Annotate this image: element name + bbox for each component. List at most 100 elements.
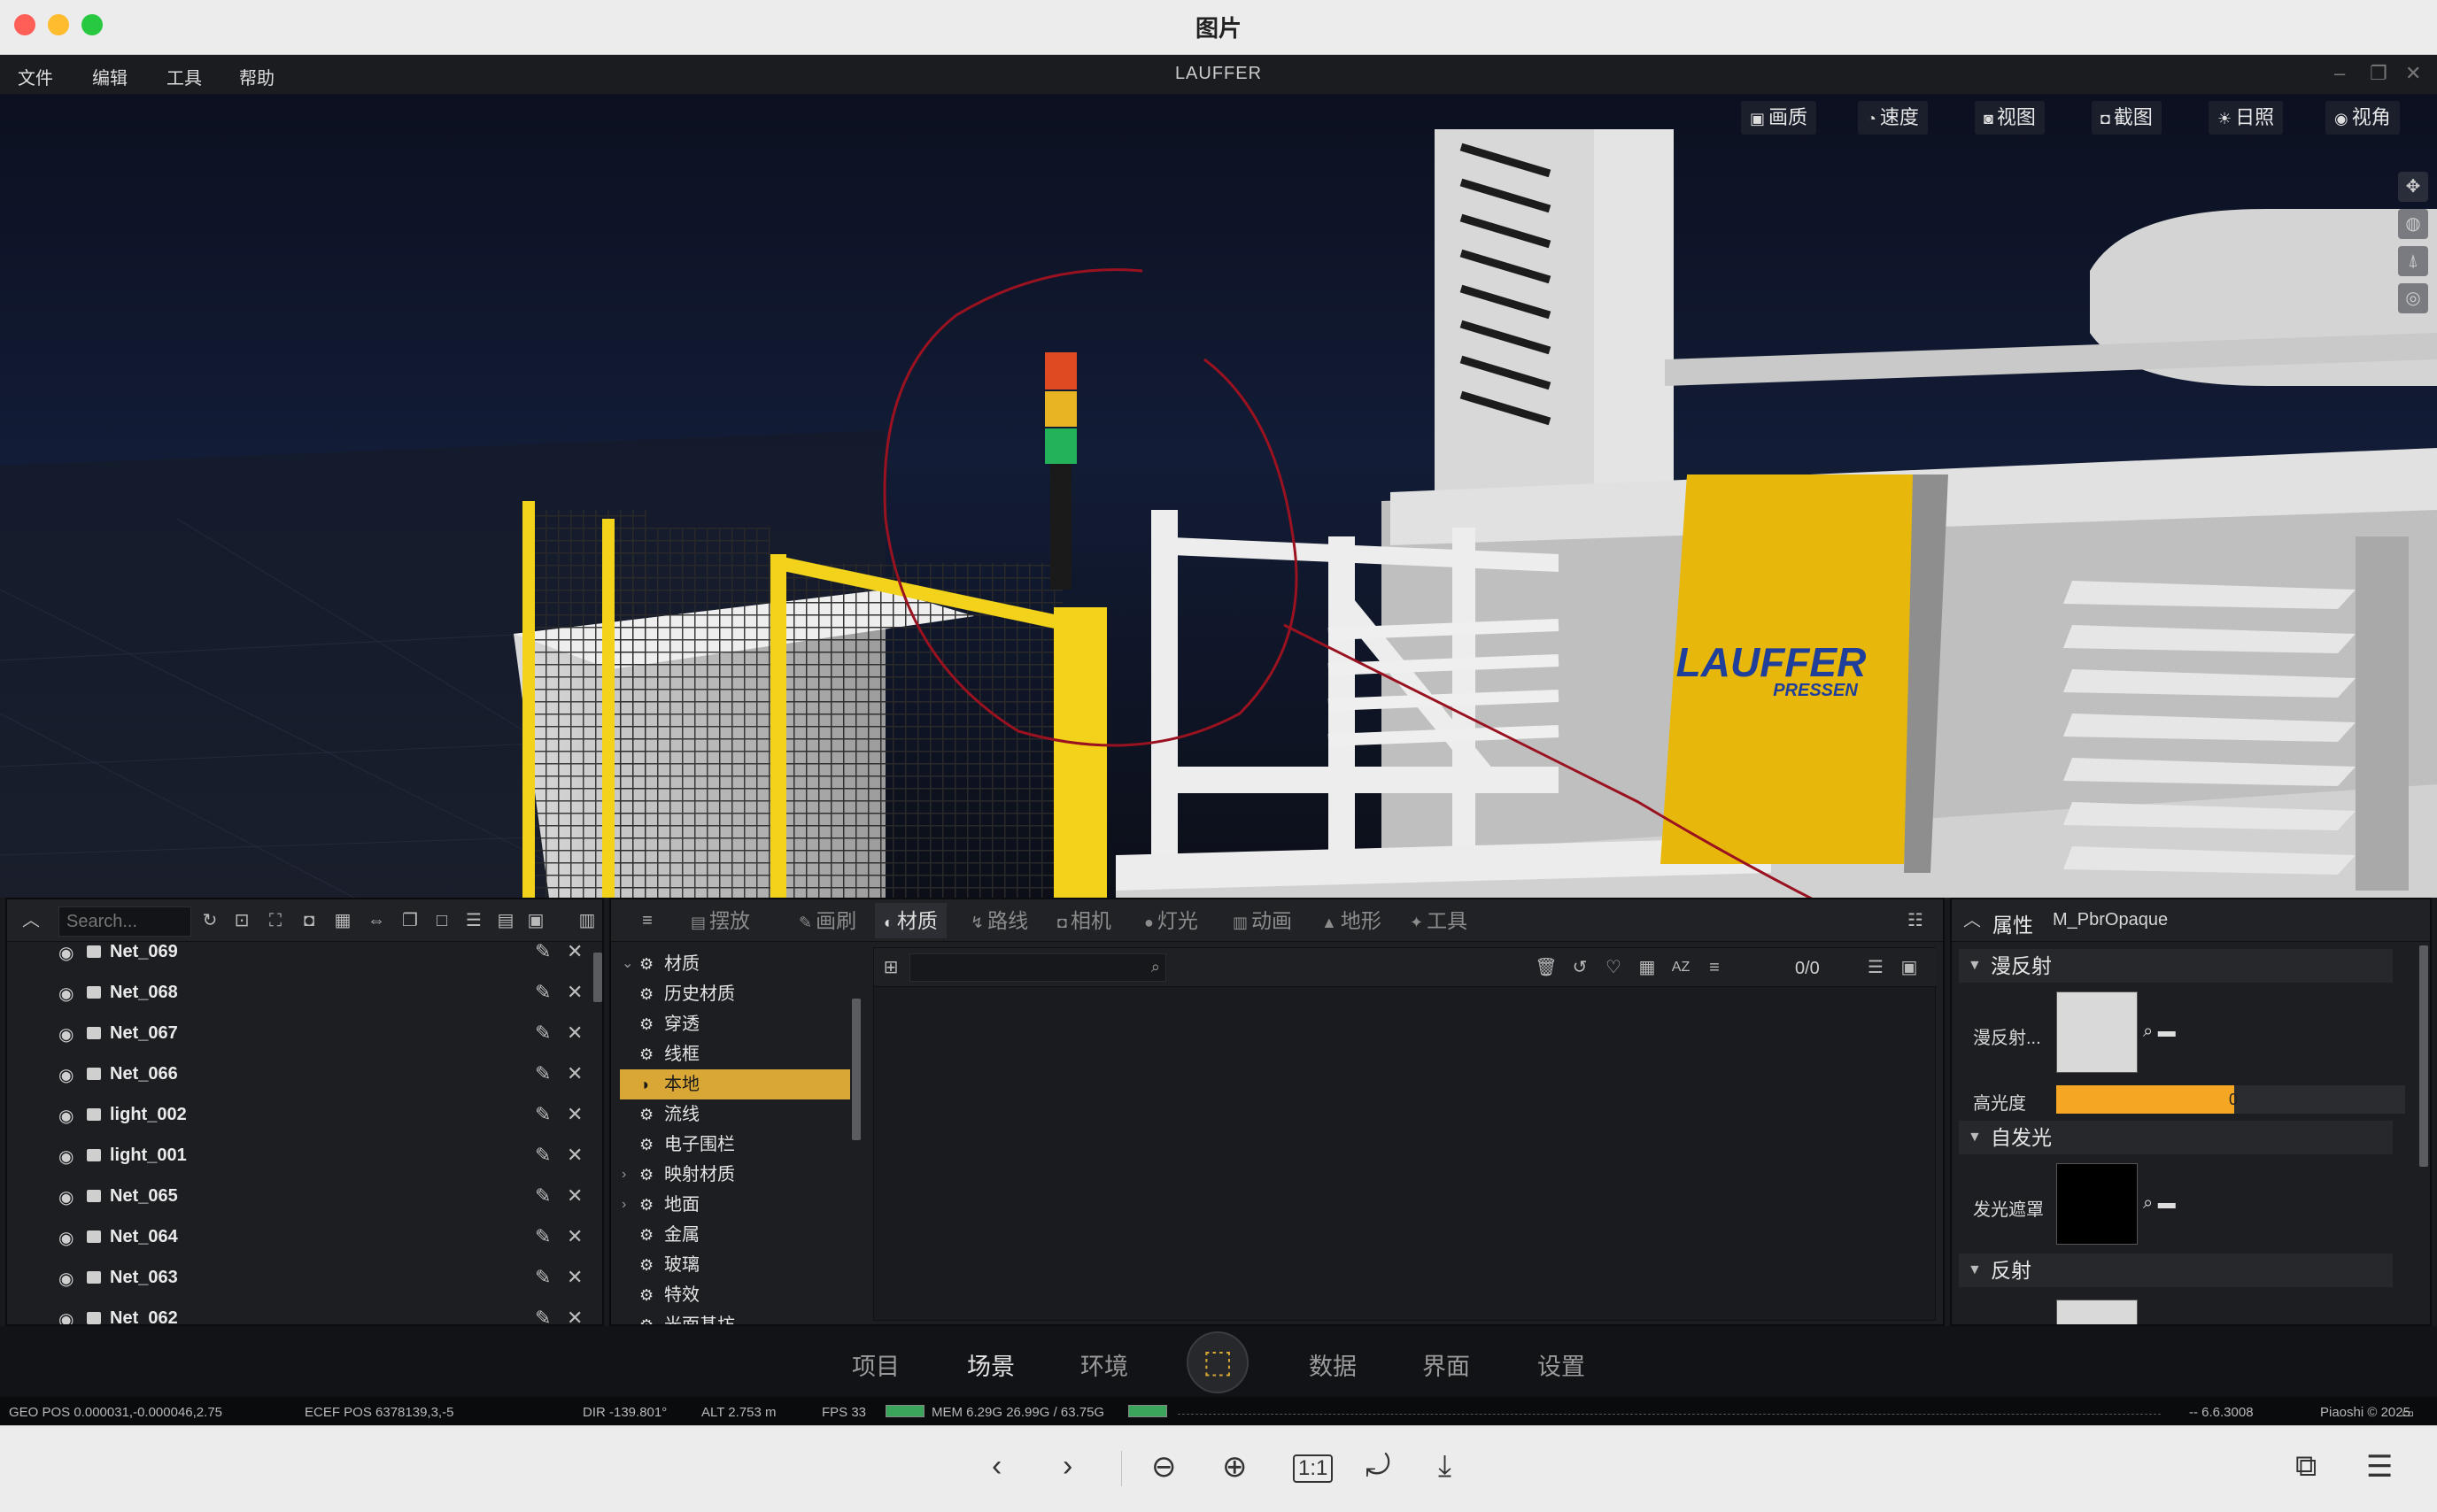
tab-camera[interactable]: ◘ 相机 [1048, 903, 1120, 938]
tab-terrain[interactable]: ▲ 地形 [1312, 903, 1390, 938]
tree-item[interactable]: ⚙ 金属 [620, 1220, 850, 1250]
refresh-icon[interactable]: ↻ [198, 909, 221, 932]
grid-view-icon[interactable]: ▣ [1898, 956, 1921, 979]
globe-settings-icon[interactable]: ◎ [2398, 283, 2428, 313]
outliner-search-input[interactable] [58, 906, 191, 937]
list-icon[interactable]: ☰ [462, 909, 485, 932]
list-view-icon[interactable]: ☷ [1904, 909, 1927, 932]
properties-scrollbar[interactable] [2419, 945, 2428, 1167]
eye-icon[interactable]: ◉ [58, 1227, 73, 1249]
delete-icon[interactable]: ✕ [567, 1225, 583, 1248]
view-button[interactable]: ◙ 视图 [1975, 101, 2045, 135]
list-item[interactable]: ◉ Net_064 ✎ ✕ [7, 1218, 592, 1259]
delete-icon[interactable]: ✕ [567, 1103, 583, 1126]
frame-icon[interactable]: ⛶ [264, 909, 287, 932]
tree-item[interactable]: ⚙ 电子围栏 [620, 1130, 850, 1160]
list-item[interactable]: ◉ Net_066 ✎ ✕ [7, 1055, 592, 1096]
nav-environment[interactable]: 环境 [1080, 1347, 1128, 1382]
nav-data[interactable]: 数据 [1309, 1347, 1357, 1382]
minimize-icon[interactable]: – [2334, 62, 2345, 85]
edit-icon[interactable]: ✎ [535, 1103, 551, 1126]
actual-size-icon[interactable]: 1:1 [1293, 1454, 1334, 1483]
material-search-input[interactable]: ⌕ [909, 953, 1166, 982]
prev-icon[interactable]: ‹ [992, 1449, 1002, 1484]
edit-icon[interactable]: ✎ [535, 1266, 551, 1289]
sort-az-icon[interactable]: AZ [1669, 956, 1692, 979]
magnifier-folder-icons[interactable]: ⌕ ▬ [2143, 1193, 2176, 1214]
person-icon[interactable]: ⍋ [2398, 246, 2428, 276]
quality-button[interactable]: ▣ 画质 [1741, 101, 1817, 135]
tab-tools[interactable]: ✦ 工具 [1401, 903, 1476, 938]
doc-icon[interactable]: ▣ [524, 909, 547, 932]
edit-icon[interactable]: ✎ [535, 1144, 551, 1167]
eye-icon[interactable]: ◉ [58, 942, 73, 964]
box-icon[interactable]: □ [430, 909, 453, 932]
edit-icon[interactable]: ✎ [535, 981, 551, 1004]
tree-item[interactable]: ⚙ 玻璃 [620, 1250, 850, 1280]
close-icon[interactable]: ✕ [2405, 62, 2421, 85]
delete-icon[interactable]: ✕ [567, 1062, 583, 1085]
chart-icon[interactable]: ▦ [1636, 956, 1659, 979]
tab-route[interactable]: ↯ 路线 [962, 903, 1037, 938]
tab-placement[interactable]: ▤ 摆放 [682, 903, 759, 938]
menu-collapse-icon[interactable]: ≡ [636, 909, 659, 932]
diffuse-swatch[interactable] [2056, 991, 2138, 1073]
list-item[interactable]: ◉ Net_069 ✎ ✕ [7, 942, 592, 974]
delete-icon[interactable]: ✕ [567, 981, 583, 1004]
history-icon[interactable]: ↺ [1568, 956, 1591, 979]
list-item[interactable]: ◉ light_001 ✎ ✕ [7, 1137, 592, 1177]
edit-icon[interactable]: ✎ [535, 1307, 551, 1324]
eye-icon[interactable]: ◉ [58, 1268, 73, 1290]
nav-interface[interactable]: 界面 [1422, 1347, 1470, 1382]
tree-item[interactable]: ⚙ 流线 [620, 1099, 850, 1130]
3d-viewport[interactable]: LAUFFER PRESSEN ▣ 画质 ◔ 速度 ◙ 视图 ◘ 截图 ☀ 日照… [0, 94, 2437, 898]
rotate-icon[interactable]: ⤾ [1365, 1449, 1390, 1484]
text-recognition-icon[interactable]: ☰ [2366, 1449, 2393, 1485]
clapper-icon[interactable]: ▦ [331, 909, 354, 932]
tree-item[interactable]: ⚙ 特效 [620, 1280, 850, 1310]
eye-icon[interactable]: ◉ [58, 1105, 73, 1127]
chevron-right-icon[interactable]: › [622, 1160, 626, 1190]
eye-icon[interactable]: ◉ [58, 983, 73, 1005]
reflection-swatch[interactable] [2056, 1300, 2138, 1324]
select-icon[interactable]: ⊡ [230, 909, 253, 932]
edit-icon[interactable]: ✎ [535, 1022, 551, 1045]
edit-icon[interactable]: ✎ [535, 1184, 551, 1207]
filter-icon[interactable]: ≡ [1703, 956, 1726, 979]
gloss-slider[interactable]: 0 [2056, 1085, 2405, 1114]
delete-icon[interactable]: ✕ [567, 1184, 583, 1207]
speed-button[interactable]: ◔ 速度 [1858, 101, 1928, 135]
hierarchy-icon[interactable]: ⊞ [879, 956, 902, 979]
sunlight-button[interactable]: ☀ 日照 [2209, 101, 2284, 135]
zoom-out-icon[interactable]: ⊖ [1151, 1449, 1177, 1485]
list-item[interactable]: ◉ Net_065 ✎ ✕ [7, 1177, 592, 1218]
list-icon[interactable]: ☰ [1864, 956, 1887, 979]
delete-icon[interactable]: ✕ [567, 1144, 583, 1167]
section-diffuse[interactable]: ▼ 漫反射 [1959, 949, 2393, 983]
section-emissive[interactable]: ▼ 自发光 [1959, 1121, 2393, 1154]
delete-icon[interactable]: ✕ [567, 1307, 583, 1324]
tab-material[interactable]: ◐ 材质 [875, 903, 947, 938]
tree-scrollbar[interactable] [852, 999, 861, 1140]
timeline-ruler[interactable] [1178, 1408, 2161, 1415]
eye-icon[interactable]: ◉ [58, 1023, 73, 1045]
restore-icon[interactable]: ❐ [2370, 62, 2387, 85]
tree-item[interactable]: ⌄ ⚙ 材质 [620, 949, 850, 979]
screenshot-button[interactable]: ◘ 截图 [2092, 101, 2162, 135]
outliner-scrollbar[interactable] [593, 953, 602, 1002]
delete-icon[interactable]: ✕ [567, 1266, 583, 1289]
home-cube-button[interactable]: ⬚ [1187, 1331, 1249, 1393]
globe-icon[interactable]: ◍ [2398, 209, 2428, 239]
tree-item[interactable]: ⚙ 线框 [620, 1039, 850, 1069]
nav-project[interactable]: 项目 [852, 1347, 900, 1382]
download-icon[interactable]: ⤓ [1438, 1449, 1451, 1484]
eye-icon[interactable]: ◉ [58, 1308, 73, 1324]
section-reflection[interactable]: ▼ 反射 [1959, 1254, 2393, 1287]
edit-icon[interactable]: ✎ [535, 1225, 551, 1248]
tab-light[interactable]: ● 灯光 [1135, 903, 1207, 938]
tree-item[interactable]: › ⚙ 映射材质 [620, 1160, 850, 1190]
trash-icon[interactable]: 🗑 [1535, 956, 1558, 979]
collapse-icon[interactable]: ︿ [1961, 909, 1984, 932]
magnifier-folder-icons[interactable]: ⌕ ▬ [2143, 1022, 2176, 1042]
eye-icon[interactable]: ◉ [58, 1186, 73, 1208]
